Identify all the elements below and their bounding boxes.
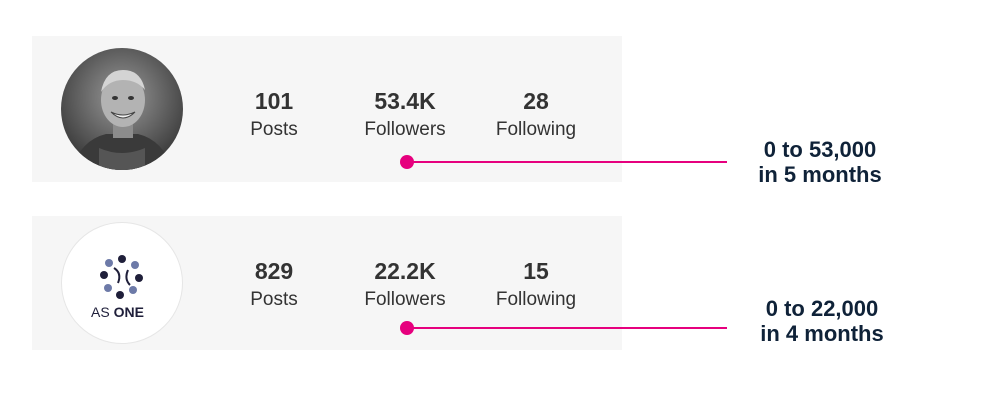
following-label: Following [495,289,577,310]
stat-posts[interactable]: 829 Posts [214,258,334,312]
stat-followers[interactable]: 22.2K Followers [345,258,465,312]
posts-count: 829 [254,258,294,284]
growth-annotation-2: 0 to 22,000 in 4 months [702,296,942,346]
stat-following[interactable]: 28 Following [476,88,596,142]
annotation-line-2: in 5 months [758,162,882,187]
stat-followers[interactable]: 53.4K Followers [345,88,465,142]
followers-label: Followers [364,289,446,310]
avatar-photo [61,48,183,170]
annotation-line-2: in 4 months [760,321,884,346]
growth-annotation-1: 0 to 53,000 in 5 months [700,137,940,187]
stat-posts[interactable]: 101 Posts [214,88,334,142]
profile-card-2: AS ONE 829 Posts 22.2K Followers 15 Foll… [32,216,622,350]
annotation-line-1: 0 to 22,000 [765,296,879,321]
stat-following[interactable]: 15 Following [476,258,596,312]
profile-card-1: 101 Posts 53.4K Followers 28 Following [32,36,622,182]
posts-label: Posts [250,289,298,310]
following-count: 28 [523,88,549,114]
avatar[interactable] [61,48,183,170]
posts-count: 101 [254,88,294,114]
as-one-logo: AS ONE [91,255,144,320]
followers-label: Followers [364,119,446,140]
annotation-line-1: 0 to 53,000 [763,137,877,162]
following-count: 15 [523,258,549,284]
svg-text:AS ONE: AS ONE [91,304,144,320]
logo-text-as: AS [91,304,114,320]
logo-text-one: ONE [114,304,144,320]
followers-count: 22.2K [374,258,436,284]
avatar[interactable]: AS ONE [61,222,183,344]
posts-label: Posts [250,119,298,140]
following-label: Following [495,119,577,140]
followers-count: 53.4K [374,88,436,114]
